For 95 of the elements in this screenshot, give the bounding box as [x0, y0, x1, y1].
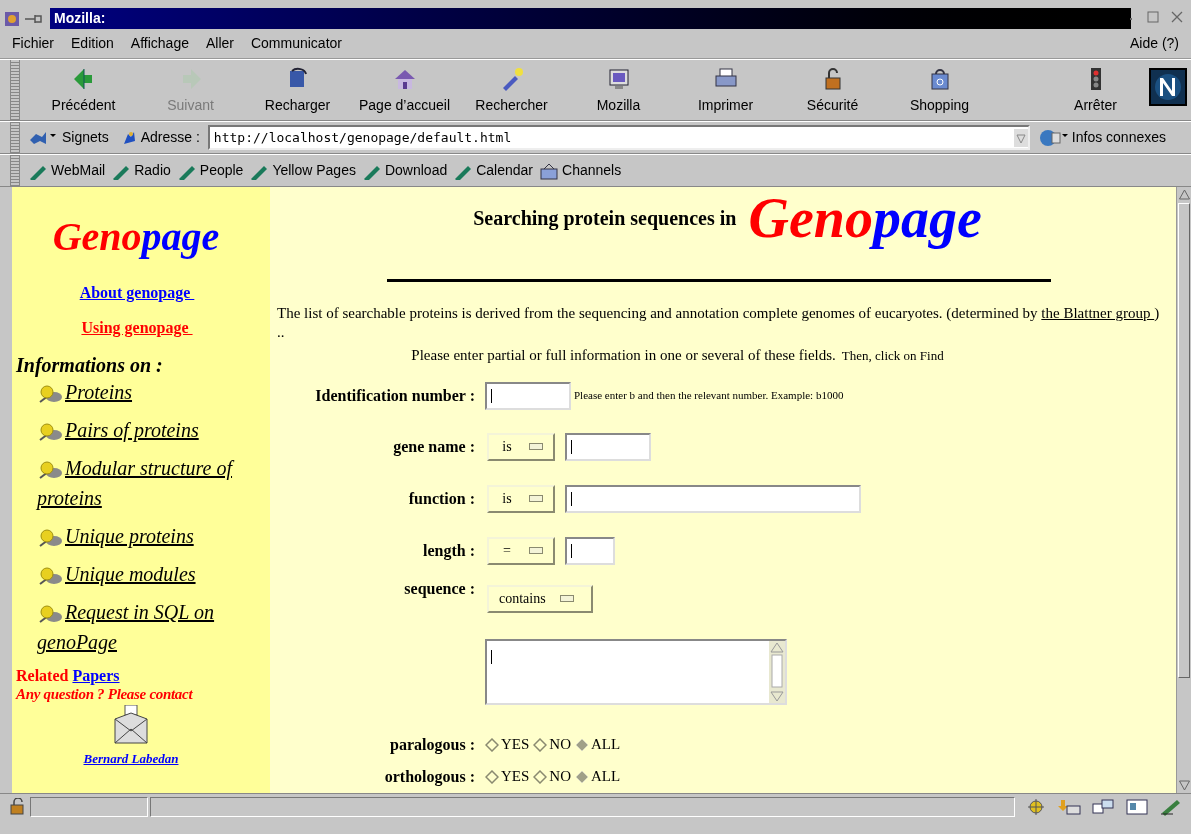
scrollbar-drawing[interactable]: [769, 640, 785, 703]
sidebar-link[interactable]: Unique modules: [37, 559, 252, 589]
hint-text: Please enter b and then the relevant number. Example: b1000: [574, 388, 844, 404]
section-heading: Informations on :: [16, 353, 164, 377]
toolbar-button[interactable]: Précédent: [30, 60, 137, 120]
field-label: paralogous :: [390, 734, 475, 756]
toolbar-button[interactable]: Recharger: [244, 60, 351, 120]
menu-item[interactable]: Communicator: [250, 33, 342, 54]
bookmark-link[interactable]: WebMail: [28, 160, 106, 181]
toolbar-button[interactable]: Mozilla: [565, 60, 672, 120]
genopage-logo: Genopage: [51, 213, 221, 261]
sidebar-link[interactable]: About genopage: [79, 281, 195, 305]
scrollbar[interactable]: [1176, 187, 1191, 793]
sidebar-link[interactable]: Unique proteins: [37, 521, 252, 551]
envelope-icon[interactable]: [113, 705, 149, 745]
menu-item[interactable]: Affichage: [130, 33, 189, 54]
maximize-icon[interactable]: [1147, 11, 1159, 23]
text-area[interactable]: [485, 638, 787, 705]
box-icon: [539, 161, 560, 180]
text-field[interactable]: [565, 536, 615, 565]
chat-icon[interactable]: [1091, 797, 1115, 816]
pushpin-icon: [37, 421, 63, 441]
related-links-button[interactable]: Infos connexes: [1071, 127, 1166, 148]
dropdown[interactable]: is: [487, 484, 555, 513]
bookmark-link[interactable]: Radio: [111, 160, 171, 181]
help-menu[interactable]: Aide (?): [1129, 33, 1179, 54]
globe-icon[interactable]: [1037, 127, 1068, 148]
sidebar-link[interactable]: Pairs of proteins: [37, 415, 252, 445]
radio-option[interactable]: YES: [485, 765, 530, 788]
toolbar-grip[interactable]: [10, 155, 20, 186]
dropdown[interactable]: =: [487, 536, 555, 565]
toolbar-button[interactable]: Arrêter: [1042, 60, 1149, 120]
pushpin-icon: [37, 383, 63, 403]
field-label: gene name :: [393, 436, 475, 458]
address-field[interactable]: http://localhost/genopage/default.html: [207, 125, 1030, 150]
monitor-icon: [606, 67, 631, 91]
sidebar-link[interactable]: Using genopage: [81, 316, 193, 340]
bookmark-link[interactable]: Calendar: [453, 160, 534, 181]
toolbar-button[interactable]: Sécurité: [779, 60, 886, 120]
address-card-icon[interactable]: [1125, 797, 1149, 816]
page-title: Searching protein sequences in: [473, 206, 737, 232]
pushpin-icon: [37, 527, 63, 547]
bookmark-link[interactable]: Yellow Pages: [249, 160, 356, 181]
sidebar-link[interactable]: Proteins: [37, 377, 252, 407]
toolbar-grip[interactable]: [10, 60, 20, 120]
genopage-logo: Genopage: [748, 188, 982, 248]
field-label: length :: [423, 540, 475, 562]
text-field[interactable]: [565, 484, 861, 513]
field-label: orthologous :: [384, 766, 475, 788]
pen-icon[interactable]: [1159, 797, 1183, 816]
field-label: sequence :: [404, 578, 475, 600]
bookmarks-button[interactable]: Signets: [62, 127, 109, 148]
radio-option[interactable]: YES: [485, 733, 530, 756]
bookmark-link[interactable]: Channels: [539, 160, 622, 181]
dropdown[interactable]: is: [487, 432, 555, 461]
radio-option[interactable]: ALL: [575, 765, 621, 788]
instruction-text: Please enter partial or full information in one or several of these fields.: [411, 346, 836, 365]
papers-link[interactable]: Papers: [72, 667, 120, 685]
text-field[interactable]: [565, 432, 651, 461]
toolbar-button[interactable]: Shopping: [886, 60, 993, 120]
bookmark-link[interactable]: Download: [361, 160, 448, 181]
url-text: http://localhost/genopage/default.html: [213, 128, 513, 147]
radio-option[interactable]: ALL: [575, 733, 621, 756]
pushpin-icon: [37, 565, 63, 585]
dropdown-icon[interactable]: [1013, 128, 1028, 147]
related-label: Related: [16, 667, 69, 685]
toolbar-button[interactable]: Imprimer: [672, 60, 779, 120]
navigator-icon[interactable]: [1025, 797, 1047, 816]
pushpin-icon: [37, 603, 63, 623]
instruction-text: Then, click on Find: [841, 347, 944, 365]
close-icon[interactable]: [1171, 11, 1183, 23]
dropdown[interactable]: contains: [487, 584, 593, 613]
window-title: Mozilla:: [54, 9, 106, 28]
contact-text: Any question ? Please contact: [16, 685, 194, 703]
field-label: Identification number :: [315, 385, 475, 406]
blattner-link[interactable]: the Blattner group: [1041, 305, 1155, 321]
author-link[interactable]: Bernard Labedan: [83, 749, 199, 769]
menu-item[interactable]: Aller: [205, 33, 234, 54]
text-field[interactable]: [485, 381, 571, 410]
menu-item[interactable]: Edition: [71, 33, 114, 54]
field-label: function :: [408, 488, 475, 509]
bookmark-link[interactable]: People: [176, 160, 244, 181]
radio-option[interactable]: NO: [533, 765, 571, 788]
toolbar-button[interactable]: Rechercher: [458, 60, 565, 120]
app-icon[interactable]: [4, 10, 20, 27]
toolbar-button[interactable]: Page d’accueil: [351, 60, 458, 120]
inbox-icon[interactable]: [1057, 797, 1081, 816]
pushpin-icon: [37, 459, 63, 479]
toolbar-grip[interactable]: [10, 122, 20, 153]
radio-option[interactable]: NO: [533, 733, 571, 756]
sidebar-link[interactable]: Request in SQL on genoPage: [37, 597, 252, 657]
address-label: Adresse :: [140, 128, 200, 147]
intro-text: The list of searchable proteins is derived from the sequencing and annotation complete genomes of eucaryotes. (determined by the Blattner group ) ..: [277, 304, 1161, 342]
menu-item[interactable]: Fichier: [12, 33, 54, 54]
sidebar-link[interactable]: Modular structure of proteins: [37, 453, 252, 513]
